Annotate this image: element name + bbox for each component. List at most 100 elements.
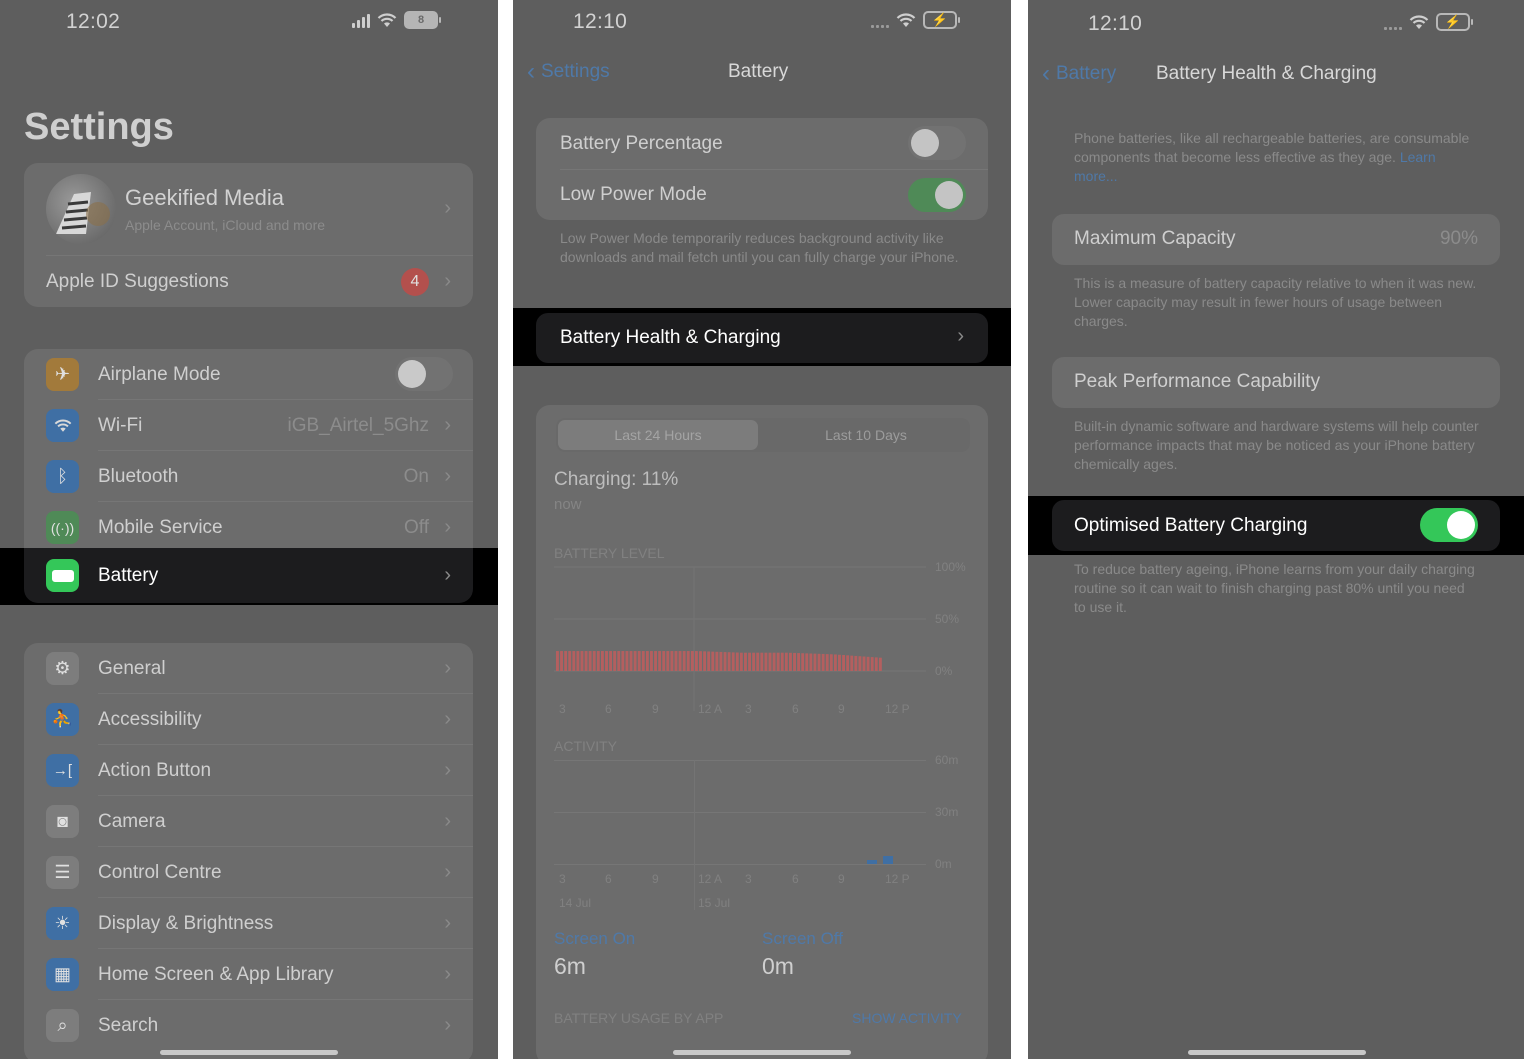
show-activity-link[interactable]: SHOW ACTIVITY <box>852 1010 962 1026</box>
battery-level-bar <box>711 651 715 671</box>
battery-level-bar <box>744 652 747 671</box>
wifi-row[interactable]: Wi-Fi iGB_Airtel_5Ghz › <box>24 400 473 451</box>
battery-level-bar <box>641 651 645 671</box>
accessibility-row[interactable]: ⛹ Accessibility › <box>24 694 473 745</box>
wifi-status-icon <box>377 13 397 27</box>
battery-level-bar <box>670 651 674 671</box>
mobile-service-label: Mobile Service <box>98 516 223 538</box>
battery-level-bar <box>788 652 792 671</box>
battery-level-bar <box>793 652 796 671</box>
nav-title: Battery Health & Charging <box>1156 63 1377 84</box>
maximum-capacity-label: Maximum Capacity <box>1074 228 1236 249</box>
search-row[interactable]: ⌕ Search › <box>24 1000 473 1051</box>
battery-level-bar <box>723 652 727 671</box>
x-tick-label: 6 <box>605 872 612 886</box>
battery-level-bar <box>572 651 576 671</box>
display-brightness-label: Display & Brightness <box>98 912 274 934</box>
home-indicator <box>160 1050 338 1055</box>
action-button-row[interactable]: →[ Action Button › <box>24 745 473 796</box>
search-label: Search <box>98 1014 159 1036</box>
chevron-right-icon: › <box>444 516 451 538</box>
battery-level-bar <box>805 653 809 671</box>
airplane-mode-row[interactable]: ✈ Airplane Mode <box>24 349 473 400</box>
battery-level-bar <box>568 651 572 671</box>
home-screen-row[interactable]: ▦ Home Screen & App Library › <box>24 949 473 1000</box>
control-centre-row[interactable]: ☰ Control Centre › <box>24 847 473 898</box>
intro-text: Phone batteries, like all rechargeable b… <box>1074 129 1479 186</box>
battery-level-bar <box>829 654 833 671</box>
activity-tick-label: 60m <box>935 753 959 767</box>
battery-row[interactable]: Battery › <box>24 548 473 603</box>
battery-level-bar <box>846 655 850 671</box>
bluetooth-row[interactable]: ᛒ Bluetooth On › <box>24 451 473 502</box>
battery-level-bar <box>609 651 613 671</box>
battery-level-bar <box>760 652 764 671</box>
usage-by-app-heading: BATTERY USAGE BY APP <box>554 1010 724 1026</box>
x-tick-label: 3 <box>559 702 566 716</box>
chevron-right-icon: › <box>444 708 451 730</box>
battery-level-bar <box>727 652 731 671</box>
maximum-capacity-note: This is a measure of battery capacity re… <box>1074 275 1477 329</box>
back-label: Battery <box>1056 63 1117 84</box>
mobile-service-value: Off <box>404 516 429 538</box>
accessibility-icon: ⛹ <box>46 703 79 736</box>
optimised-charging-toggle[interactable] <box>1420 508 1478 542</box>
battery-level-bar <box>560 651 563 671</box>
activity-tick-label: 30m <box>935 805 959 819</box>
bluetooth-value: On <box>403 465 429 487</box>
y-tick-label: 100% <box>935 560 966 574</box>
status-icons: 8 <box>352 11 441 29</box>
display-brightness-row[interactable]: ☀ Display & Brightness › <box>24 898 473 949</box>
mobile-service-row[interactable]: ((·)) Mobile Service Off › <box>24 502 473 549</box>
home-screen-label: Home Screen & App Library <box>98 963 334 985</box>
settings-screen: 12:02 8 Settings Geekified Media Apple A… <box>0 0 498 1059</box>
battery-level-bar <box>637 651 641 671</box>
battery-level-bar <box>874 657 878 671</box>
apple-id-suggestions-row[interactable]: Apple ID Suggestions 4 › <box>24 256 473 307</box>
profile-subtitle: Apple Account, iCloud and more <box>125 217 326 233</box>
general-row[interactable]: ⚙ General › <box>24 643 473 694</box>
profile-row[interactable]: Geekified Media Apple Account, iCloud an… <box>24 163 473 255</box>
airplane-mode-toggle[interactable] <box>395 357 453 391</box>
battery-level-bar <box>625 651 629 671</box>
chevron-left-icon: ‹ <box>1042 60 1050 87</box>
home-indicator <box>673 1050 851 1055</box>
back-button[interactable]: ‹ Battery <box>1042 60 1116 88</box>
battery-level-bar <box>596 651 600 671</box>
battery-icon <box>46 559 79 592</box>
battery-level-bar <box>556 651 559 671</box>
battery-level-bar <box>613 651 617 671</box>
wifi-icon <box>46 409 79 442</box>
battery-level-bar <box>878 657 882 671</box>
y-tick-label: 0% <box>935 664 953 678</box>
battery-level-bar <box>850 655 854 671</box>
wifi-value: iGB_Airtel_5Ghz <box>287 414 429 436</box>
activity-bar <box>883 856 893 864</box>
battery-level-bar <box>748 652 751 671</box>
battery-level-bar <box>617 651 621 671</box>
general-group: ⚙ General › ⛹ Accessibility › →[ Action … <box>24 643 473 1059</box>
battery-level-bar <box>780 652 784 671</box>
camera-row[interactable]: ◙ Camera › <box>24 796 473 847</box>
battery-level-bar <box>580 651 584 671</box>
sun-icon: ☀ <box>46 907 79 940</box>
profile-name: Geekified Media <box>125 185 284 210</box>
battery-label: Battery <box>98 564 159 586</box>
battery-level-bar <box>821 653 825 671</box>
battery-screen: 12:10 ⚡ ‹ Settings Battery Battery Perce… <box>513 0 1011 1059</box>
signal-icon <box>1384 15 1402 30</box>
peak-performance-row: Peak Performance Capability <box>1052 357 1500 408</box>
battery-level-bar <box>715 651 719 671</box>
battery-level-bar <box>752 652 756 671</box>
battery-level-bar <box>662 651 666 671</box>
chevron-right-icon: › <box>444 657 451 679</box>
battery-level-bar <box>735 652 739 671</box>
page-title: Settings <box>24 106 174 148</box>
battery-level-bar <box>600 651 604 671</box>
apple-id-suggestions-label: Apple ID Suggestions <box>46 270 229 292</box>
battery-level-bar <box>825 654 829 671</box>
battery-status-icon: 8 <box>404 11 441 29</box>
status-icons: ⚡ <box>1384 13 1473 31</box>
connectivity-group: ✈ Airplane Mode Wi-Fi iGB_Airtel_5Ghz › … <box>24 349 473 549</box>
camera-label: Camera <box>98 810 166 832</box>
